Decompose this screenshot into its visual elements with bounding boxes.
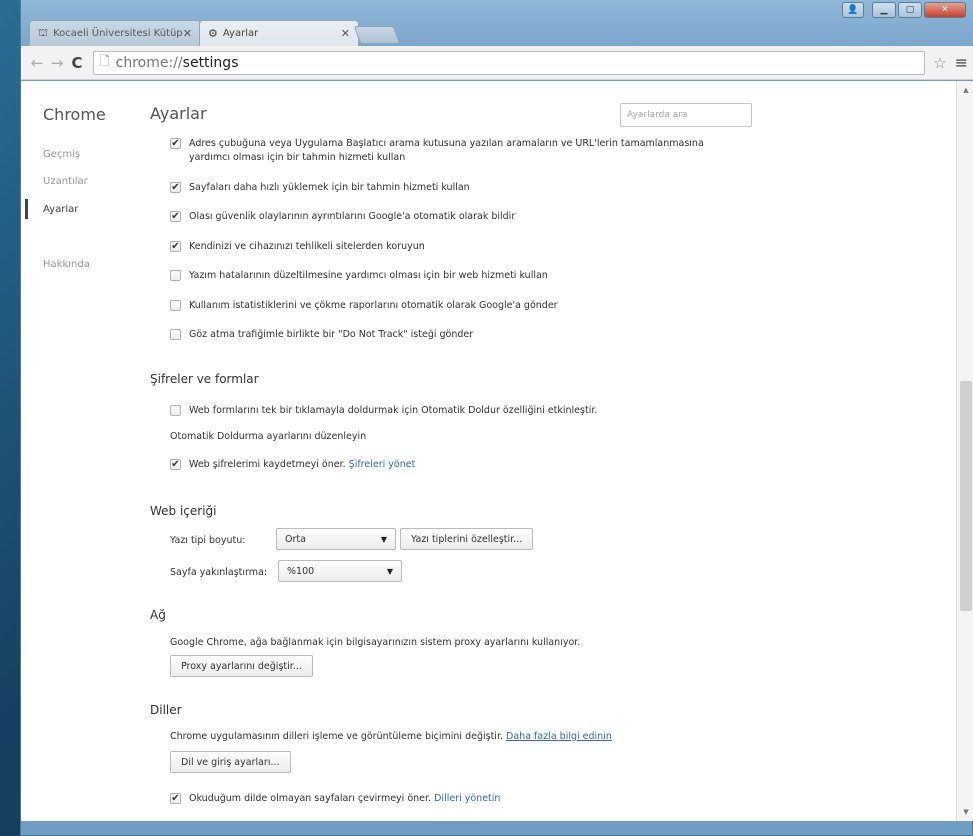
languages-description: Chrome uygulamasının dilleri işleme ve g…	[170, 731, 612, 742]
sidebar-item-history[interactable]: Geçmiş	[43, 149, 80, 160]
privacy-option-spelling[interactable]: Yazım hatalarının düzeltilmesine yardımc…	[170, 269, 548, 283]
scrollbar[interactable]: ▲ ▼	[956, 81, 973, 821]
section-title-network: Ağ	[150, 608, 166, 622]
section-title-passwords: Şifreler ve formlar	[150, 372, 259, 386]
minimize-button[interactable]: ▁	[872, 2, 896, 18]
privacy-option-safe-browsing[interactable]: ✔ Kendinizi ve cihazınızı tehlikeli site…	[170, 240, 425, 254]
back-arrow-icon[interactable]: ←	[27, 54, 47, 72]
save-passwords-option[interactable]: ✔ Web şifrelerimi kaydetmeyi öner. Şifre…	[170, 458, 415, 472]
sidebar-item-about[interactable]: Hakkında	[43, 259, 90, 270]
translate-label: Okuduğum dilde olmayan sayfaları çevirme…	[189, 793, 432, 804]
page-zoom-value: %100	[287, 565, 315, 577]
settings-main: Ayarlar ✔ Adres çubuğuna veya Uygulama B…	[150, 81, 950, 821]
checkbox[interactable]	[170, 270, 181, 281]
sidebar-item-settings[interactable]: Ayarlar	[43, 204, 78, 215]
checkbox[interactable]: ✔	[170, 459, 181, 470]
url-path: settings	[182, 54, 239, 71]
option-label: Olası güvenlik olaylarının ayrıntılarını…	[189, 211, 516, 222]
privacy-option-prediction-search[interactable]: ✔ Adres çubuğuna veya Uygulama Başlatıcı…	[170, 137, 704, 165]
network-description: Google Chrome, ağa bağlanmak için bilgis…	[170, 637, 581, 648]
option-label: Okuduğum dilde olmayan sayfaları çevirme…	[189, 792, 500, 806]
manage-languages-link[interactable]: Dilleri yönetin	[434, 793, 500, 804]
autofill-settings-link[interactable]: Otomatik Doldurma ayarlarını düzenleyin	[170, 431, 366, 442]
gear-icon: ⚙	[208, 27, 218, 40]
languages-desc-text: Chrome uygulamasının dilleri işleme ve g…	[170, 731, 503, 742]
url-scheme: chrome://	[115, 54, 183, 71]
privacy-option-safe-report[interactable]: ✔ Olası güvenlik olaylarının ayrıntıları…	[170, 210, 515, 224]
toolbar: ← → C 🗋 chrome:// settings ☆ ≡	[21, 46, 973, 80]
customize-fonts-button[interactable]: Yazı tiplerini özelleştir...	[400, 528, 534, 550]
tab-label: Ayarlar	[222, 28, 259, 39]
page-title: Ayarlar	[150, 104, 207, 123]
language-input-settings-button[interactable]: Dil ve giriş ayarları...	[170, 751, 291, 773]
library-favicon-icon: ⛫	[38, 26, 49, 39]
checkbox[interactable]	[170, 329, 181, 340]
new-tab-button[interactable]	[353, 26, 401, 44]
sidebar: Chrome Geçmiş Uzantılar Ayarlar Hakkında	[21, 81, 137, 821]
browser-window: ⛫ Kocaeli Üniversitesi Kütüp ✕ ⚙ Ayarlar…	[20, 0, 973, 836]
label-line1: Adres çubuğuna veya Uygulama Başlatıcı a…	[189, 138, 704, 149]
font-size-value: Orta	[285, 533, 306, 545]
sidebar-active-indicator	[25, 199, 28, 219]
translate-option[interactable]: ✔ Okuduğum dilde olmayan sayfaları çevir…	[170, 792, 500, 806]
sidebar-item-extensions[interactable]: Uzantılar	[43, 176, 88, 187]
privacy-option-usage-stats[interactable]: Kullanım istatistiklerini ve çökme rapor…	[170, 299, 558, 313]
address-bar[interactable]: 🗋 chrome:// settings	[93, 50, 926, 75]
user-icon[interactable]: 👤	[842, 2, 864, 18]
reload-icon[interactable]: C	[67, 54, 87, 72]
bookmark-star-icon[interactable]: ☆	[933, 54, 946, 72]
option-label: Adres çubuğuna veya Uygulama Başlatıcı a…	[189, 137, 704, 165]
section-title-languages: Diller	[150, 703, 182, 717]
manage-passwords-link[interactable]: Şifreleri yönet	[349, 459, 416, 470]
privacy-option-prediction-pages[interactable]: ✔ Sayfaları daha hızlı yüklemek için bir…	[170, 181, 470, 195]
tab-kocaeli-library[interactable]: ⛫ Kocaeli Üniversitesi Kütüp ✕	[29, 20, 201, 46]
page-zoom-label: Sayfa yakınlaştırma:	[170, 567, 268, 578]
checkbox[interactable]: ✔	[170, 138, 181, 149]
checkbox[interactable]: ✔	[170, 182, 181, 193]
close-window-button[interactable]: ✕	[924, 2, 966, 18]
checkbox[interactable]: ✔	[170, 211, 181, 222]
maximize-button[interactable]: ▢	[898, 2, 922, 18]
window-controls: 👤 ▁ ▢ ✕	[842, 2, 966, 18]
checkbox[interactable]	[170, 405, 181, 416]
close-icon[interactable]: ✕	[183, 27, 192, 40]
tab-settings[interactable]: ⚙ Ayarlar ✕	[199, 20, 359, 46]
close-icon[interactable]: ✕	[341, 27, 350, 40]
scroll-thumb[interactable]	[960, 381, 972, 611]
checkbox[interactable]: ✔	[170, 241, 181, 252]
scroll-up-arrow-icon[interactable]: ▲	[957, 83, 973, 97]
settings-search-input[interactable]	[620, 103, 752, 127]
option-label: Web şifrelerimi kaydetmeyi öner. Şifrele…	[189, 458, 415, 472]
dropdown-arrow-icon: ▼	[380, 534, 387, 544]
change-proxy-button[interactable]: Proxy ayarlarını değiştir...	[170, 655, 313, 677]
tab-strip: ⛫ Kocaeli Üniversitesi Kütüp ✕ ⚙ Ayarlar…	[21, 0, 973, 48]
option-label: Kullanım istatistiklerini ve çökme rapor…	[189, 300, 558, 311]
option-label: Sayfaları daha hızlı yüklemek için bir t…	[189, 182, 470, 193]
autofill-option[interactable]: Web formlarını tek bir tıklamayla doldur…	[170, 404, 597, 418]
option-label: Web formlarını tek bir tıklamayla doldur…	[189, 405, 598, 416]
font-size-label: Yazı tipi boyutu:	[170, 535, 246, 546]
forward-arrow-icon[interactable]: →	[47, 54, 67, 72]
label-line2: yardımcı olması için bir tahmin hizmeti …	[189, 152, 406, 163]
option-label: Göz atma trafiğimle birlikte bir "Do Not…	[189, 329, 474, 340]
settings-page: Chrome Geçmiş Uzantılar Ayarlar Hakkında…	[21, 81, 973, 821]
section-title-web-content: Web içeriği	[150, 504, 217, 518]
scroll-down-arrow-icon[interactable]: ▼	[957, 805, 973, 819]
tab-label: Kocaeli Üniversitesi Kütüp	[53, 28, 183, 39]
menu-icon[interactable]: ≡	[955, 53, 968, 72]
option-label: Kendinizi ve cihazınızı tehlikeli sitele…	[189, 241, 425, 252]
page-zoom-select[interactable]: %100 ▼	[278, 560, 402, 582]
privacy-option-do-not-track[interactable]: Göz atma trafiğimle birlikte bir "Do Not…	[170, 328, 473, 342]
checkbox[interactable]: ✔	[170, 793, 181, 804]
option-label: Yazım hatalarının düzeltilmesine yardımc…	[189, 270, 548, 281]
sidebar-brand: Chrome	[43, 105, 106, 124]
learn-more-link[interactable]: Daha fazla bilgi edinin	[506, 731, 612, 742]
checkbox[interactable]	[170, 300, 181, 311]
page-icon: 🗋	[100, 54, 110, 68]
save-pw-label: Web şifrelerimi kaydetmeyi öner.	[189, 459, 346, 470]
font-size-select[interactable]: Orta ▼	[276, 528, 396, 550]
dropdown-arrow-icon: ▼	[386, 566, 393, 576]
